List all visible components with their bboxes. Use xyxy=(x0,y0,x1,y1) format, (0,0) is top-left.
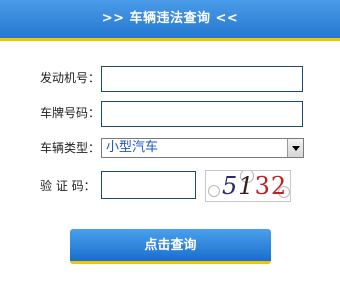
page-title: >> 车辆违法查询 << xyxy=(101,11,239,26)
vehicle-type-label: 车辆类型： xyxy=(40,141,101,155)
captcha-noise-circle xyxy=(208,185,220,197)
vehicle-type-value: 小型汽车 xyxy=(106,140,159,155)
engine-number-input[interactable] xyxy=(101,66,303,92)
captcha-digit: 3 xyxy=(254,172,271,200)
captcha-label: 验 证 码： xyxy=(40,179,96,193)
plate-label: 车牌号码： xyxy=(40,106,101,120)
vehicle-type-select[interactable]: 小型汽车 xyxy=(101,138,304,158)
query-button[interactable]: 点击查询 xyxy=(70,229,271,264)
captcha-digit: 2 xyxy=(270,172,288,200)
captcha-digit: 1 xyxy=(238,172,255,200)
captcha-input[interactable] xyxy=(101,171,196,199)
captcha-digits: 5132 xyxy=(222,172,287,200)
plate-number-input[interactable] xyxy=(101,101,303,127)
captcha-image[interactable]: 5132 xyxy=(205,170,291,202)
captcha-digit: 5 xyxy=(222,172,239,200)
engine-label: 发动机号： xyxy=(40,71,101,85)
chevron-down-icon[interactable] xyxy=(287,139,303,157)
header-bar: >> 车辆违法查询 << xyxy=(0,0,340,41)
